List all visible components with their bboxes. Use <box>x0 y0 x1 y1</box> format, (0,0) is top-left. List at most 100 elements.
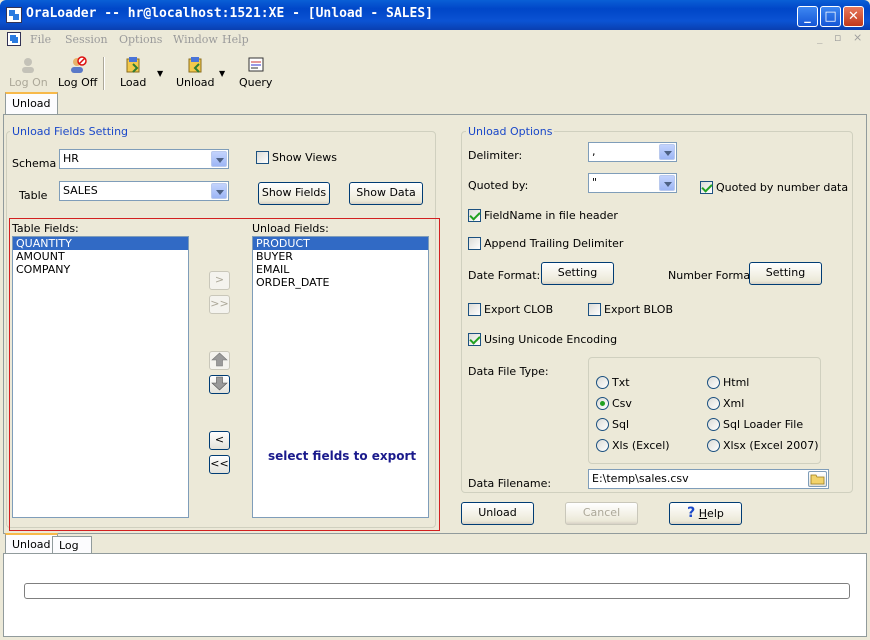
move-up-button[interactable] <box>209 351 230 370</box>
radio-xls[interactable] <box>596 439 609 452</box>
list-item[interactable]: QUANTITY <box>13 237 188 250</box>
menu-session[interactable]: Session <box>65 33 108 46</box>
cancel-button[interactable]: Cancel <box>565 502 638 525</box>
list-item[interactable]: AMOUNT <box>13 250 188 263</box>
menu-help[interactable]: Help <box>222 33 249 46</box>
radio-sql-loader[interactable] <box>707 418 720 431</box>
select-fields-hint: select fields to export <box>268 449 417 463</box>
unload-fields-label: Unload Fields: <box>252 222 329 235</box>
load-button[interactable]: Load <box>120 56 146 89</box>
radio-csv-label: Csv <box>612 397 632 410</box>
radio-xml[interactable] <box>707 397 720 410</box>
tab-unload-top[interactable]: Unload <box>5 92 58 115</box>
unload-action-button[interactable]: Unload <box>461 502 534 525</box>
query-button[interactable]: Query <box>239 56 272 89</box>
show-views-checkbox[interactable] <box>256 151 269 164</box>
help-mnemonic: H <box>698 507 708 520</box>
load-icon <box>126 57 140 73</box>
minimize-button[interactable]: _ <box>797 6 818 27</box>
radio-sql-label: Sql <box>612 418 630 431</box>
unload-fields-list[interactable]: PRODUCT BUYER EMAIL ORDER_DATE <box>252 236 429 518</box>
mdi-child-icon[interactable] <box>7 32 21 46</box>
load-dropdown-arrow[interactable]: ▼ <box>157 69 163 78</box>
query-icon <box>248 57 264 72</box>
menu-file[interactable]: File <box>30 33 51 46</box>
list-item[interactable]: ORDER_DATE <box>253 276 428 289</box>
radio-xml-label: Xml <box>723 397 745 410</box>
unload-dropdown-arrow[interactable]: ▼ <box>219 69 225 78</box>
table-select[interactable]: SALES <box>59 181 229 201</box>
mdi-close-button[interactable]: × <box>853 31 862 44</box>
move-all-left-button[interactable]: << <box>209 455 230 474</box>
mdi-minimize-button[interactable]: _ <box>817 31 823 44</box>
quoted-number-checkbox[interactable] <box>700 181 713 194</box>
chevron-down-icon[interactable] <box>659 175 675 191</box>
export-blob-checkbox[interactable] <box>588 303 601 316</box>
tab-log[interactable]: Log <box>52 536 92 554</box>
number-format-setting-button[interactable]: Setting <box>749 262 822 285</box>
list-item[interactable]: PRODUCT <box>253 237 428 250</box>
radio-txt-label: Txt <box>612 376 630 389</box>
table-fields-list[interactable]: QUANTITY AMOUNT COMPANY <box>12 236 189 518</box>
show-data-button[interactable]: Show Data <box>349 182 423 205</box>
delimiter-select[interactable]: , <box>588 142 677 162</box>
list-item[interactable]: BUYER <box>253 250 428 263</box>
unload-options-legend: Unload Options <box>466 125 555 138</box>
chevron-down-icon[interactable] <box>211 183 227 199</box>
delimiter-label: Delimiter: <box>468 149 523 162</box>
export-blob-label: Export BLOB <box>604 303 673 316</box>
number-format-label: Number Format: <box>668 269 759 282</box>
export-clob-checkbox[interactable] <box>468 303 481 316</box>
move-all-right-button[interactable]: >> <box>209 295 230 314</box>
move-left-button[interactable]: < <box>209 431 230 450</box>
fieldname-header-checkbox[interactable] <box>468 209 481 222</box>
maximize-button[interactable]: □ <box>820 6 841 27</box>
menu-options[interactable]: Options <box>119 33 162 46</box>
quoted-by-label: Quoted by: <box>468 179 529 192</box>
fields-setting-legend: Unload Fields Setting <box>10 125 131 138</box>
date-format-setting-button[interactable]: Setting <box>541 262 614 285</box>
radio-html-label: Html <box>723 376 750 389</box>
radio-html[interactable] <box>707 376 720 389</box>
table-label: Table <box>19 189 48 202</box>
unicode-label: Using Unicode Encoding <box>484 333 618 346</box>
close-button[interactable]: ✕ <box>843 6 864 27</box>
list-item[interactable]: COMPANY <box>13 263 188 276</box>
arrow-up-icon <box>211 352 228 367</box>
export-clob-label: Export CLOB <box>484 303 554 316</box>
radio-txt[interactable] <box>596 376 609 389</box>
logon-button[interactable]: Log On <box>9 56 48 89</box>
quoted-by-select[interactable]: " <box>588 173 677 193</box>
mdi-restore-button[interactable]: ▫ <box>834 31 841 44</box>
help-button[interactable]: ? Help <box>669 502 742 525</box>
radio-csv[interactable] <box>596 397 609 410</box>
logoff-button[interactable]: Log Off <box>58 56 97 89</box>
append-trailing-label: Append Trailing Delimiter <box>484 237 624 250</box>
show-fields-button[interactable]: Show Fields <box>258 182 330 205</box>
tab-unload-bottom[interactable]: Unload <box>5 533 58 554</box>
list-item[interactable]: EMAIL <box>253 263 428 276</box>
chevron-down-icon[interactable] <box>211 151 227 167</box>
unicode-checkbox[interactable] <box>468 333 481 346</box>
browse-folder-button[interactable] <box>808 471 827 487</box>
help-label: elp <box>707 507 724 520</box>
menu-window[interactable]: Window <box>173 33 218 46</box>
arrow-down-icon <box>211 376 228 391</box>
radio-sql[interactable] <box>596 418 609 431</box>
move-right-button[interactable]: > <box>209 271 230 290</box>
folder-icon <box>810 474 825 485</box>
chevron-down-icon[interactable] <box>659 144 675 160</box>
append-trailing-checkbox[interactable] <box>468 237 481 250</box>
fieldname-header-label: FieldName in file header <box>484 209 618 222</box>
data-filename-input[interactable]: E:\temp\sales.csv <box>588 469 829 489</box>
data-filename-label: Data Filename: <box>468 477 552 490</box>
move-down-button[interactable] <box>209 375 230 394</box>
radio-xlsx[interactable] <box>707 439 720 452</box>
date-format-label: Date Format: <box>468 269 541 282</box>
app-icon[interactable] <box>6 7 22 23</box>
schema-select[interactable]: HR <box>59 149 229 169</box>
unload-icon <box>188 57 202 73</box>
help-icon: ? <box>687 505 696 521</box>
unload-button[interactable]: Unload <box>176 56 215 89</box>
show-views-label: Show Views <box>272 151 338 164</box>
